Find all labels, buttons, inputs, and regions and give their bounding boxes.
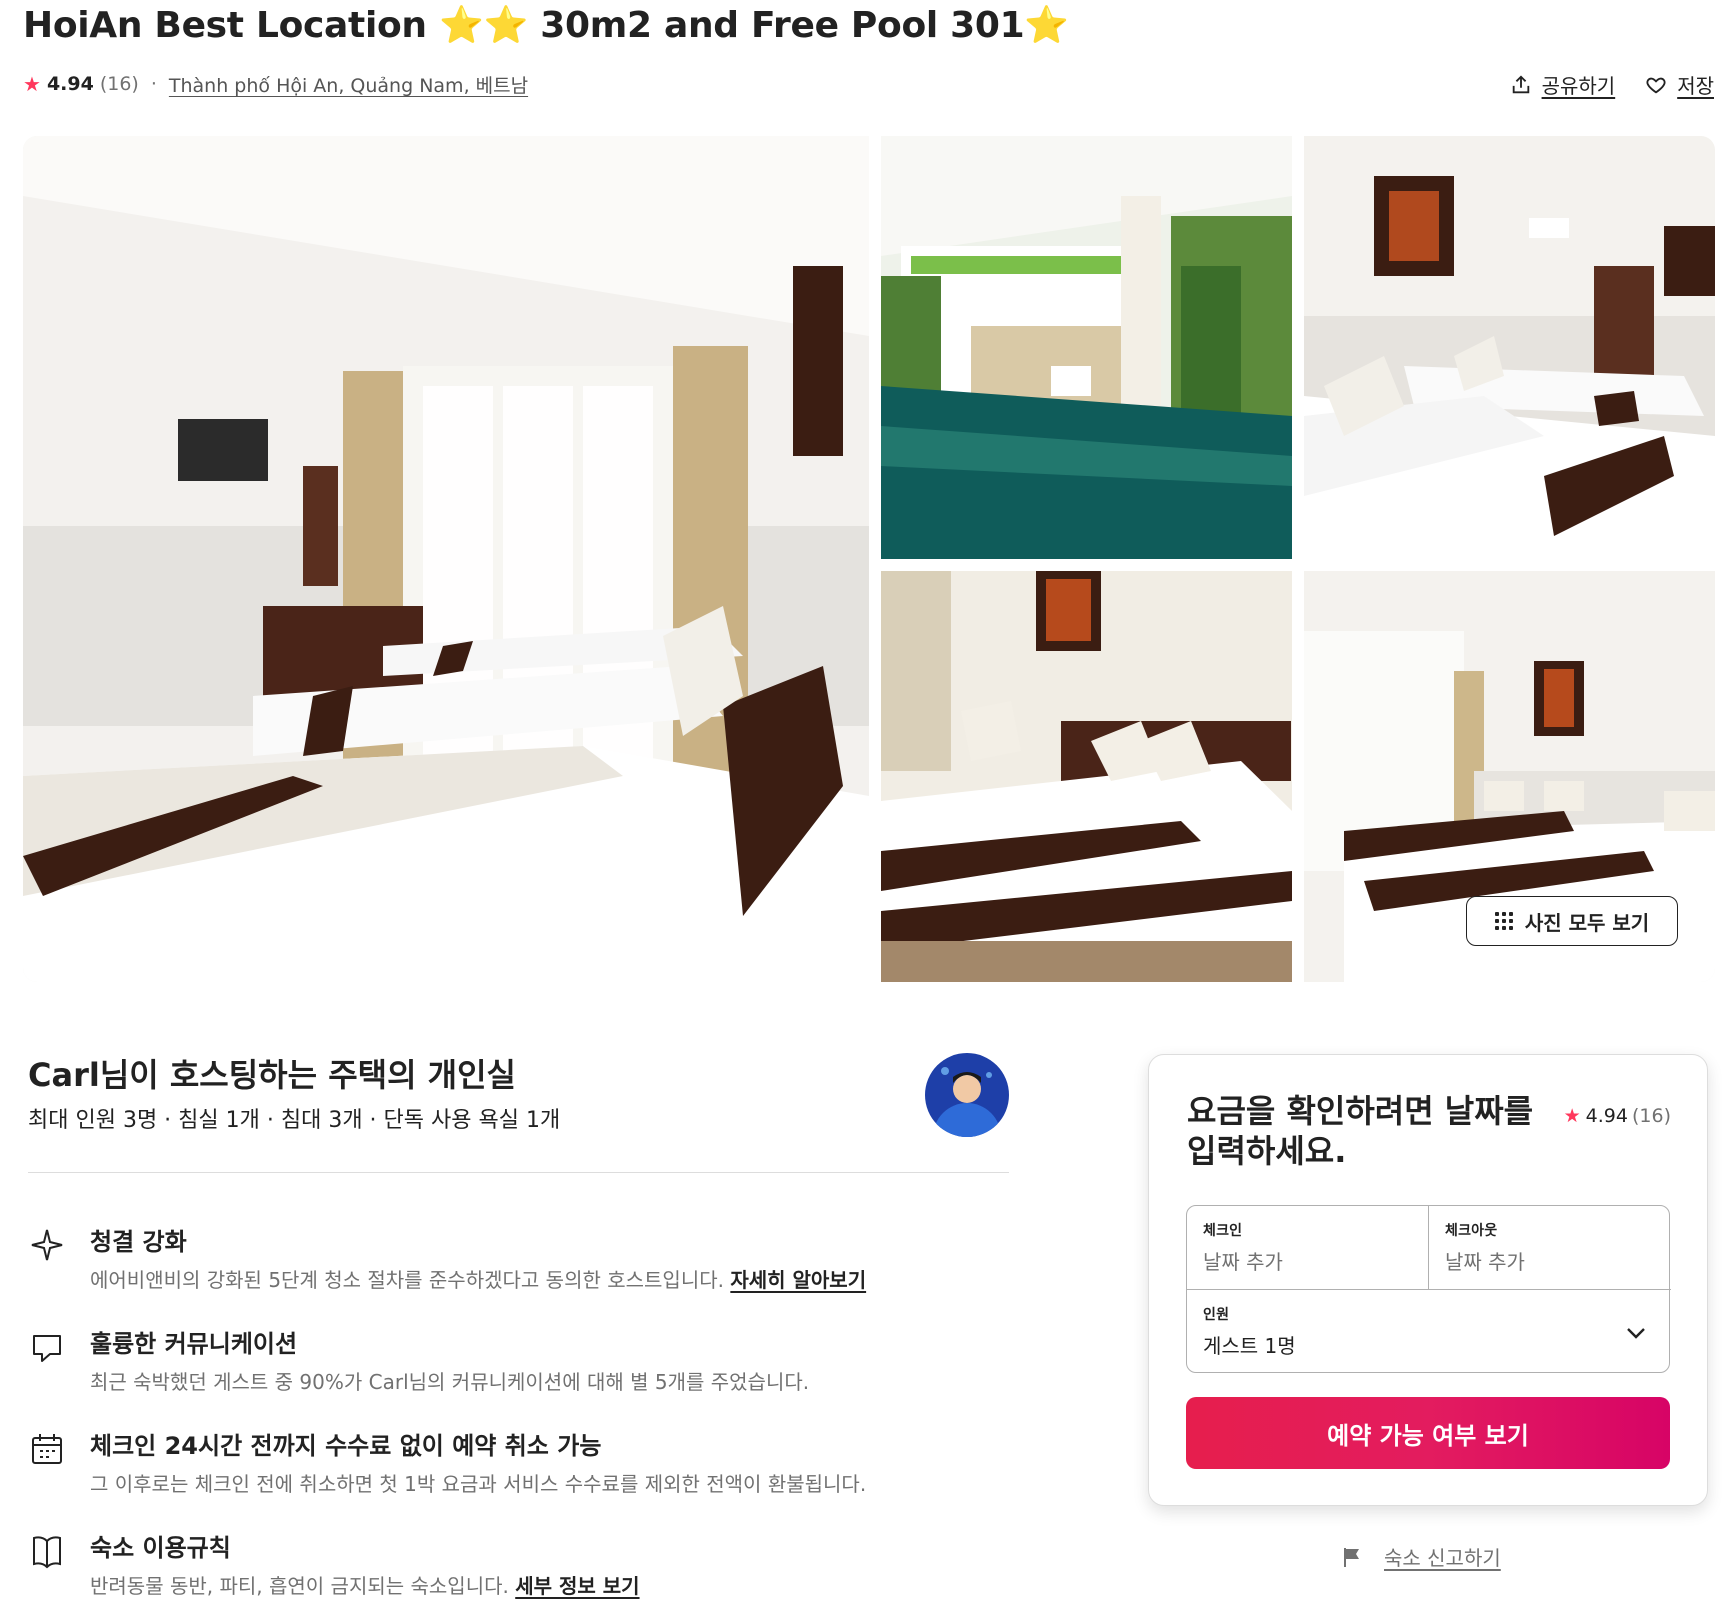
rulebook-icon xyxy=(28,1532,66,1570)
share-icon xyxy=(1512,74,1529,93)
checkout-label: 체크아웃 xyxy=(1445,1223,1498,1239)
guests-label: 인원 xyxy=(1203,1307,1230,1323)
checkout-value: 날짜 추가 xyxy=(1445,1250,1525,1274)
save-button[interactable]: 저장 xyxy=(1645,70,1714,99)
booking-title: 요금을 확인하려면 날짜를 입력하세요. xyxy=(1187,1092,1534,1170)
check-availability-button[interactable]: 예약 가능 여부 보기 xyxy=(1186,1397,1670,1469)
feature-desc-text: 에어비앤비의 강화된 5단계 청소 절차를 준수하겠다고 동의한 호스트입니다. xyxy=(90,1268,724,1292)
star-emoji-icon: ⭐ xyxy=(1024,5,1069,46)
feature-title: 체크인 24시간 전까지 수수료 없이 예약 취소 가능 xyxy=(90,1432,602,1460)
photo-bedroom-double[interactable] xyxy=(881,571,1292,982)
details-link[interactable]: 세부 정보 보기 xyxy=(515,1574,639,1598)
review-count[interactable]: (16) xyxy=(100,73,139,95)
booking-card: 요금을 확인하려면 날짜를 입력하세요. ★ 4.94 (16) 체크인 날짜 추가… xyxy=(1148,1054,1708,1506)
chat-bubble-icon xyxy=(28,1328,66,1366)
location-link[interactable]: Thành phố Hội An, Quảng Nam, 베트남 xyxy=(169,71,528,98)
feature-desc-text: 반려동물 동반, 파티, 흡연이 금지되는 숙소입니다. xyxy=(90,1574,509,1598)
chevron-down-icon[interactable] xyxy=(1623,1320,1649,1346)
feature-title: 청결 강화 xyxy=(90,1228,187,1256)
title-text: HoiAn Best Location xyxy=(23,5,427,46)
separator-dot: · xyxy=(150,73,157,95)
feature-desc: 반려동물 동반, 파티, 흡연이 금지되는 숙소입니다. 세부 정보 보기 xyxy=(90,1570,640,1599)
share-button[interactable]: 공유하기 xyxy=(1510,70,1616,99)
feature-title: 숙소 이용규칙 xyxy=(90,1534,231,1562)
checkin-label: 체크인 xyxy=(1203,1223,1243,1239)
report-label: 숙소 신고하기 xyxy=(1384,1546,1501,1570)
show-all-label: 사진 모두 보기 xyxy=(1524,910,1650,935)
guests-value: 게스트 1명 xyxy=(1203,1334,1296,1358)
checkin-field[interactable]: 체크인 날짜 추가 xyxy=(1187,1206,1429,1290)
date-guest-picker: 체크인 날짜 추가 체크아웃 날짜 추가 인원 게스트 1명 xyxy=(1186,1205,1671,1374)
learn-more-link[interactable]: 자세히 알아보기 xyxy=(730,1268,866,1292)
booking-rating: ★ 4.94 (16) xyxy=(1564,1105,1671,1127)
save-label: 저장 xyxy=(1677,74,1714,98)
photo-gallery: 사진 모두 보기 xyxy=(23,136,1715,982)
report-listing-link[interactable]: 숙소 신고하기 xyxy=(1340,1542,1501,1571)
star-emoji-icon: ⭐⭐ xyxy=(439,5,529,46)
booking-review-count[interactable]: (16) xyxy=(1632,1105,1671,1127)
rating-value: 4.94 xyxy=(46,73,94,95)
flag-icon xyxy=(1344,1547,1359,1567)
room-summary: 최대 인원 3명 · 침실 1개 · 침대 3개 · 단독 사용 욕실 1개 xyxy=(28,1108,561,1133)
booking-rating-value: 4.94 xyxy=(1585,1105,1628,1127)
rating-star-icon: ★ xyxy=(23,72,41,96)
title-text-2: 30m2 and Free Pool 301 xyxy=(540,5,1025,46)
listing-title: HoiAn Best Location ⭐⭐ 30m2 and Free Poo… xyxy=(23,2,1069,50)
checkin-value: 날짜 추가 xyxy=(1203,1250,1283,1274)
checkout-field[interactable]: 체크아웃 날짜 추가 xyxy=(1429,1206,1671,1290)
listing-meta: ★ 4.94 (16) · Thành phố Hội An, Quảng Na… xyxy=(23,70,528,98)
rating-star-icon: ★ xyxy=(1563,1105,1581,1127)
host-avatar[interactable] xyxy=(925,1053,1009,1137)
listing-actions: 공유하기 저장 xyxy=(1510,70,1714,99)
share-label: 공유하기 xyxy=(1541,74,1616,98)
feature-desc: 그 이후로는 체크인 전에 취소하면 첫 1박 요금과 서비스 수수료를 제외한… xyxy=(90,1472,867,1496)
calendar-icon xyxy=(28,1430,66,1468)
feature-title: 훌륭한 커뮤니케이션 xyxy=(90,1330,298,1358)
section-divider xyxy=(28,1172,1009,1173)
guests-select[interactable]: 인원 게스트 1명 xyxy=(1187,1290,1671,1374)
grid-icon xyxy=(1494,912,1513,930)
photo-pool[interactable] xyxy=(881,136,1292,559)
host-title: Carl님이 호스팅하는 주택의 개인실 xyxy=(28,1056,516,1094)
photo-bedroom-main[interactable] xyxy=(23,136,869,982)
show-all-photos-button[interactable]: 사진 모두 보기 xyxy=(1466,896,1678,946)
heart-icon xyxy=(1646,77,1666,93)
feature-desc: 최근 숙박했던 게스트 중 90%가 Carl님의 커뮤니케이션에 대해 별 5… xyxy=(90,1370,810,1394)
feature-desc: 에어비앤비의 강화된 5단계 청소 절차를 준수하겠다고 동의한 호스트입니다.… xyxy=(90,1264,866,1293)
sparkle-icon xyxy=(28,1226,66,1264)
photo-bedroom-triple[interactable] xyxy=(1304,136,1715,559)
